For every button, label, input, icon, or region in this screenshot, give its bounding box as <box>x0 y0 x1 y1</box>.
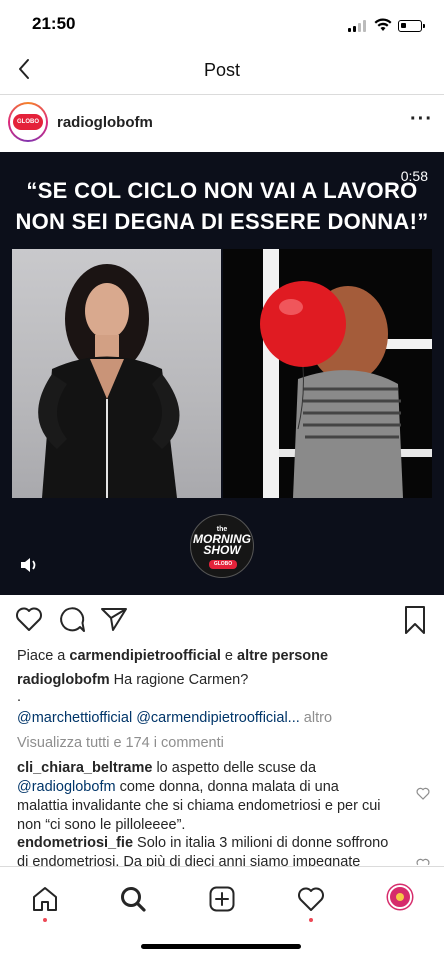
account-username[interactable]: radioglobofm <box>57 114 153 131</box>
caption-dot: . <box>17 689 22 705</box>
caption-text: Ha ragione Carmen? <box>109 672 249 688</box>
cellular-signal-icon <box>348 20 370 32</box>
wifi-icon <box>374 18 392 31</box>
post-video[interactable]: “SE COL CICLO NON VAI A LAVORO NON SEI D… <box>0 152 444 595</box>
home-icon[interactable] <box>31 885 59 913</box>
bookmark-icon[interactable] <box>403 605 427 635</box>
nav-divider <box>0 94 444 95</box>
home-indicator <box>141 944 301 949</box>
caption-username[interactable]: radioglobofm <box>17 672 110 688</box>
comment-mention[interactable]: @radioglobofm <box>17 779 116 795</box>
comment-item: endometriosi_fie Solo in italia 3 milion… <box>17 834 389 866</box>
video-headline-line2: NON SEI DEGNA DI ESSERE DONNA!” <box>15 209 429 234</box>
caption: radioglobofm Ha ragione Carmen? <box>17 671 248 690</box>
likes-user-link[interactable]: carmendipietroofficial <box>69 648 220 664</box>
search-icon[interactable] <box>119 885 147 913</box>
photo-girl-red-balloon <box>223 249 432 498</box>
comment-item: cli_chiara_beltrame lo aspetto delle scu… <box>17 759 389 835</box>
page-title: Post <box>203 60 241 80</box>
comment-icon[interactable] <box>58 606 86 634</box>
morning-show-logo: the MORNING SHOW GLOBO <box>190 514 254 578</box>
mention-carmendipietroofficial[interactable]: @carmendipietroofficial... <box>132 710 300 726</box>
share-send-icon[interactable] <box>100 606 128 632</box>
like-heart-icon[interactable] <box>15 606 43 632</box>
volume-icon[interactable] <box>18 555 40 575</box>
activity-notification-dot <box>309 918 313 922</box>
profile-avatar-icon[interactable] <box>388 885 412 909</box>
comment-like-icon[interactable] <box>416 858 430 866</box>
comment-username[interactable]: endometriosi_fie <box>17 835 133 851</box>
likes-prefix: Piace a <box>17 648 70 664</box>
create-post-icon[interactable] <box>208 885 236 913</box>
likes-summary[interactable]: Piace a carmendipietroofficial e altre p… <box>17 647 328 666</box>
likes-joiner: e <box>220 648 238 664</box>
caption-more-link[interactable]: altro <box>300 710 332 726</box>
video-timer: 0:58 <box>400 168 428 184</box>
comment-text-start: lo aspetto delle scuse da <box>152 760 317 776</box>
likes-others-link[interactable]: altre persone <box>237 648 328 664</box>
view-all-comments-link[interactable]: Visualizza tutti e 174 i commenti <box>17 734 224 753</box>
activity-heart-icon[interactable] <box>297 885 325 913</box>
comment-username[interactable]: cli_chiara_beltrame <box>17 760 152 776</box>
comment-like-icon[interactable] <box>416 787 430 800</box>
status-time: 21:50 <box>32 14 76 33</box>
photo-woman-black-outfit <box>12 249 221 498</box>
more-options-icon[interactable]: ··· <box>410 108 433 131</box>
video-headline-line1: “SE COL CICLO NON VAI A LAVORO <box>26 178 418 203</box>
battery-icon <box>398 20 425 32</box>
logo-title-text: MORNING SHOW <box>193 532 251 557</box>
caption-mentions: @marchettiofficial @carmendipietrooffici… <box>17 709 332 728</box>
mention-marchettiofficial[interactable]: @marchettiofficial <box>17 710 132 726</box>
home-notification-dot <box>43 918 47 922</box>
logo-brand-badge: GLOBO <box>209 560 237 569</box>
avatar-logo: GLOBO <box>13 114 43 130</box>
